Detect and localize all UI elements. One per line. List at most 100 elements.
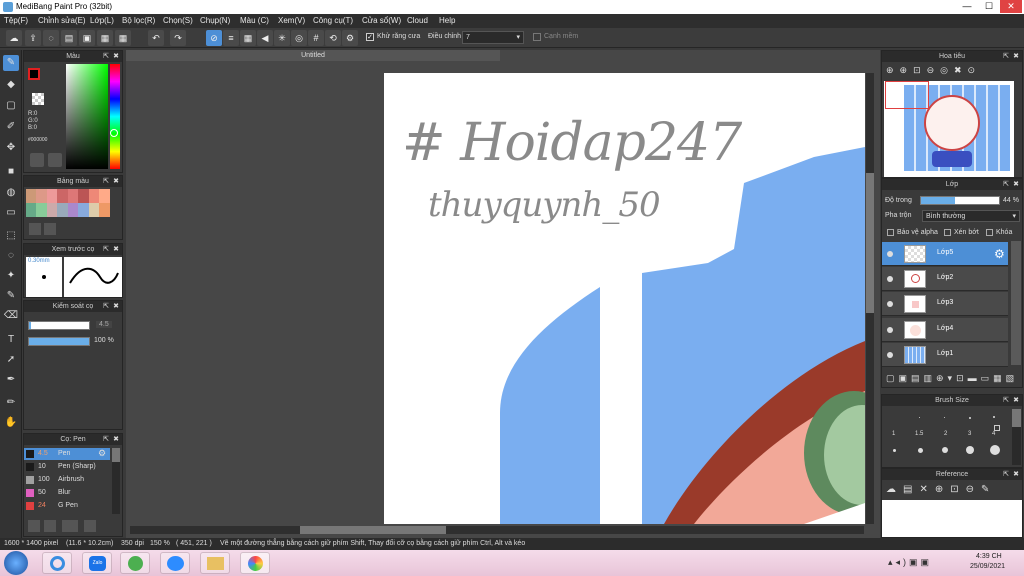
redo-icon[interactable]: ↷: [170, 30, 186, 46]
correction-select[interactable]: 7 ▾: [462, 31, 524, 44]
file-explorer-icon[interactable]: [200, 552, 230, 574]
expand-icon[interactable]: ⇱: [103, 176, 109, 187]
size-label[interactable]: 4: [992, 431, 995, 437]
close-icon[interactable]: ✖: [113, 301, 119, 312]
close-icon[interactable]: ✖: [113, 434, 119, 445]
hand-tool-icon[interactable]: ✋: [3, 415, 19, 431]
close-icon[interactable]: ✖: [113, 176, 119, 187]
menu-filter[interactable]: Bộ lọc(R): [122, 16, 155, 25]
menu-view[interactable]: Xem(V): [278, 16, 305, 25]
vanishing-snap-icon[interactable]: ◀: [257, 30, 273, 46]
blend-mode-select[interactable]: Bình thường ▾: [922, 210, 1020, 222]
hue-slider[interactable]: [110, 64, 120, 169]
close-icon[interactable]: ✖: [113, 244, 119, 255]
layer-row-1[interactable]: Lớp1: [882, 343, 1008, 367]
layer-list-scrollbar[interactable]: [1011, 241, 1021, 365]
menu-help[interactable]: Help: [439, 16, 455, 25]
brush-opacity-value[interactable]: 100 %: [94, 337, 114, 344]
bucket-tool-icon[interactable]: ◍: [3, 185, 19, 201]
background-color-swatch[interactable]: [32, 93, 44, 105]
navigator-viewport-frame[interactable]: [885, 81, 929, 109]
menu-file[interactable]: Tệp(F): [4, 16, 28, 25]
magic-wand-icon[interactable]: ✦: [3, 268, 19, 284]
lasso-tool-icon[interactable]: ◌: [3, 248, 19, 264]
gear-icon[interactable]: ⚙: [98, 448, 106, 459]
navigator-toolbar[interactable]: ⊕⊕⊡⊖◎✖⊙: [886, 65, 1006, 79]
size-dot[interactable]: [918, 448, 923, 453]
size-label[interactable]: 3: [968, 431, 971, 437]
close-button[interactable]: ✕: [1000, 0, 1022, 13]
lock-checkbox[interactable]: [986, 229, 993, 236]
palette-swatches-row2[interactable]: [26, 203, 110, 217]
circle-snap-icon[interactable]: ◎: [291, 30, 307, 46]
rotate-snap-icon[interactable]: ⟲: [325, 30, 341, 46]
document-canvas[interactable]: # Hoidap247 thuyquynh_50: [384, 73, 865, 524]
layer-row-4[interactable]: Lớp4: [882, 318, 1008, 342]
curve-snap-icon[interactable]: #: [308, 30, 324, 46]
close-icon[interactable]: ✖: [113, 51, 119, 62]
size-dot[interactable]: [944, 417, 945, 418]
panel-icon[interactable]: ▤: [61, 30, 77, 46]
brush-item-g-pen[interactable]: 24 G Pen: [24, 500, 110, 512]
horizontal-scrollbar[interactable]: [130, 526, 864, 534]
frame-icon[interactable]: ▦: [115, 30, 131, 46]
internet-explorer-icon[interactable]: [42, 552, 72, 574]
color-wheel-icon[interactable]: [30, 153, 44, 167]
brush-item-airbrush[interactable]: 100 Airbrush: [24, 474, 110, 486]
pencil-tool-icon[interactable]: ✐: [3, 119, 19, 135]
brush-item-pen-sharp[interactable]: 10 Pen (Sharp): [24, 461, 110, 473]
maximize-button[interactable]: ☐: [978, 0, 1000, 13]
grid-icon[interactable]: ▦: [97, 30, 113, 46]
layer-opacity-slider[interactable]: [920, 196, 1000, 205]
brush-opacity-slider[interactable]: [28, 337, 90, 346]
start-button-icon[interactable]: [4, 551, 28, 575]
zalo-icon[interactable]: Zalo: [82, 552, 112, 574]
medibang-taskbar-icon[interactable]: [240, 552, 270, 574]
close-icon[interactable]: ✖: [1013, 51, 1019, 62]
brush-size-value[interactable]: 4.5: [96, 321, 112, 328]
expand-icon[interactable]: ⇱: [1003, 395, 1009, 406]
menu-tools[interactable]: Công cụ(T): [313, 16, 353, 25]
cross-snap-icon[interactable]: ▦: [240, 30, 256, 46]
select-eraser-icon[interactable]: ⌫: [3, 308, 19, 324]
window-icon[interactable]: ▣: [79, 30, 95, 46]
gear-icon[interactable]: ⚙: [994, 247, 1005, 261]
size-label[interactable]: 1.5: [915, 431, 923, 437]
close-icon[interactable]: ✖: [1013, 469, 1019, 480]
system-tray-icons[interactable]: ▴◂)▣▣: [888, 557, 948, 569]
color-set-icon[interactable]: [48, 153, 62, 167]
eye-icon[interactable]: [887, 251, 893, 257]
eye-icon[interactable]: [887, 301, 893, 307]
cloud-icon[interactable]: ☁: [6, 30, 22, 46]
size-dot[interactable]: [893, 449, 896, 452]
operation-tool-icon[interactable]: ➚: [3, 352, 19, 368]
navigator-thumbnail[interactable]: [884, 81, 1014, 177]
eye-icon[interactable]: [887, 327, 893, 333]
brush-list-scrollbar[interactable]: [112, 448, 120, 514]
gradient-tool-icon[interactable]: ▭: [3, 205, 19, 221]
pen-tool-icon[interactable]: ✏: [3, 395, 19, 411]
eye-icon[interactable]: [887, 352, 893, 358]
eye-icon[interactable]: [887, 276, 893, 282]
soft-edge-checkbox[interactable]: [533, 33, 541, 41]
move-tool-icon[interactable]: ✥: [3, 140, 19, 156]
clipping-checkbox[interactable]: [944, 229, 951, 236]
settings-snap-icon[interactable]: ⚙: [342, 30, 358, 46]
menu-color[interactable]: Màu (C): [240, 16, 269, 25]
snap-off-icon[interactable]: ⊘: [206, 30, 222, 46]
layer-row-2[interactable]: Lớp2: [882, 267, 1008, 291]
expand-icon[interactable]: ⇱: [1003, 179, 1009, 190]
menu-window[interactable]: Cửa sổ(W): [362, 16, 401, 25]
layer-row-5[interactable]: Lớp5 ⚙: [882, 242, 1008, 266]
brush-size-slider[interactable]: [28, 321, 90, 330]
zoom-app-icon[interactable]: [160, 552, 190, 574]
delete-palette-icon[interactable]: [44, 223, 56, 235]
size-dot[interactable]: [942, 447, 948, 453]
size-label[interactable]: 1: [892, 431, 895, 437]
size-dot[interactable]: [966, 446, 974, 454]
brush-item-blur[interactable]: 50 Blur: [24, 487, 110, 499]
size-dot[interactable]: [919, 417, 920, 418]
parallel-snap-icon[interactable]: ≡: [223, 30, 239, 46]
brush-item-pen[interactable]: 4.5 Pen ⚙: [24, 448, 110, 460]
brush-size-scrollbar[interactable]: [1012, 409, 1021, 465]
